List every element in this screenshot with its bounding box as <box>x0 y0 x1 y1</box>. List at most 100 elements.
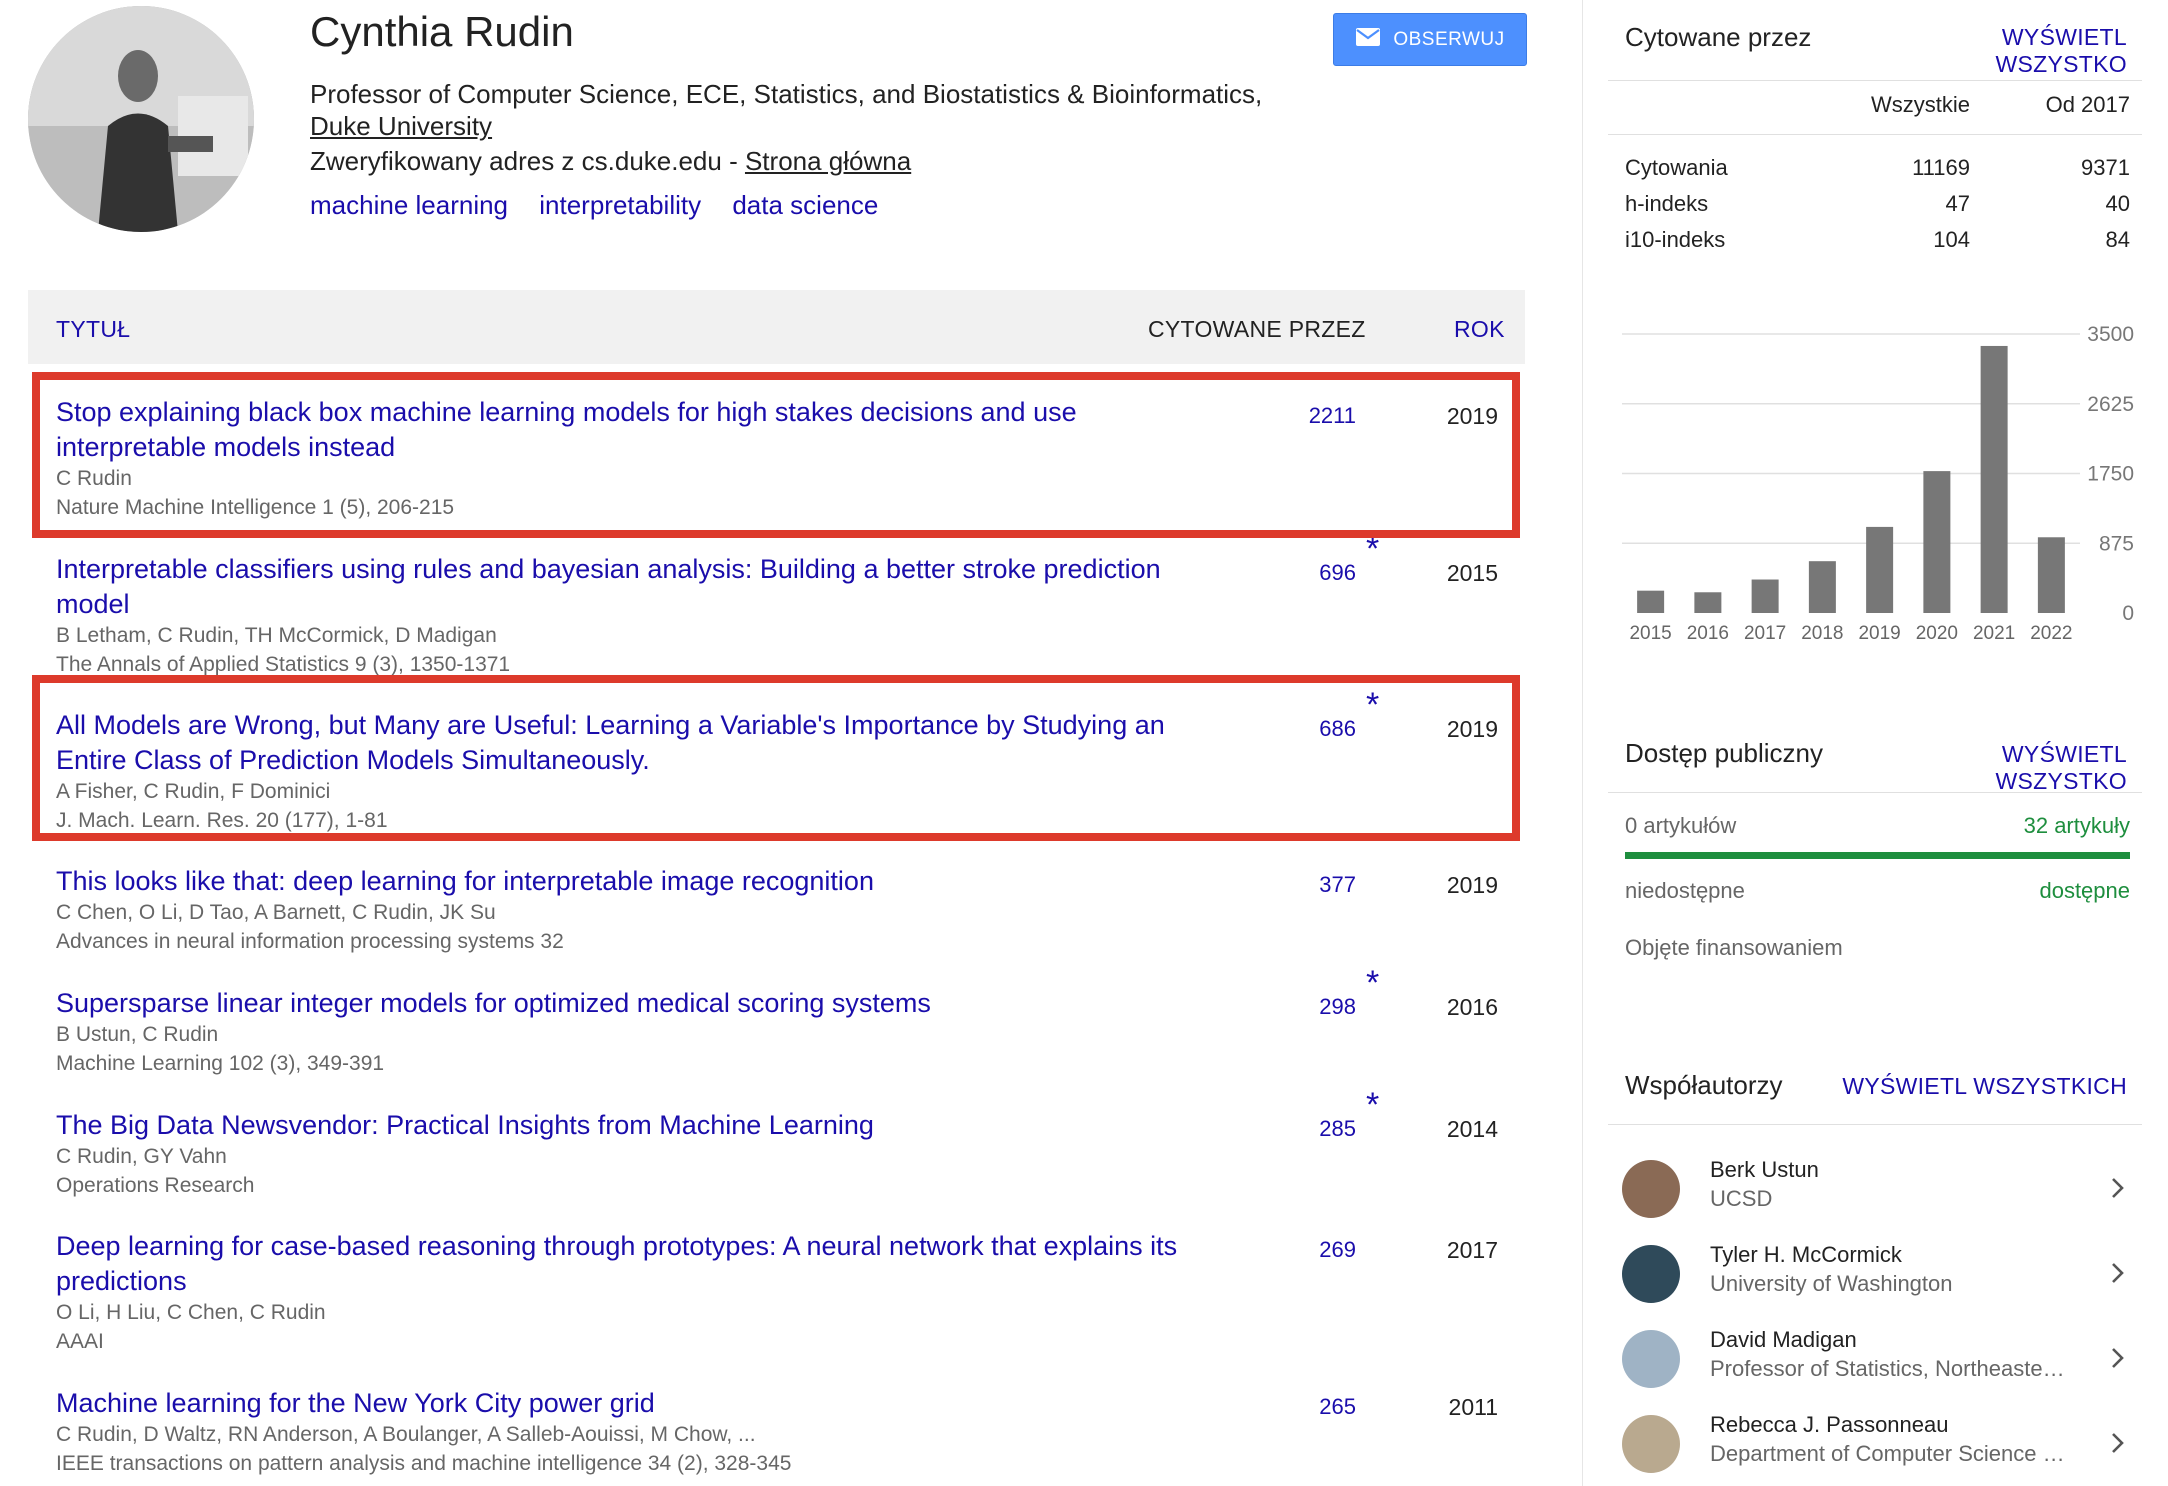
publication-venue: AAAI <box>56 1330 104 1353</box>
column-divider <box>1582 0 1583 1486</box>
stat-label: Cytowania <box>1625 155 1728 180</box>
profile-name: Cynthia Rudin <box>310 8 574 55</box>
y-tick-label: 875 <box>2099 532 2134 555</box>
cited-by-view-all[interactable]: WYŚWIETL WSZYSTKO <box>1872 24 2127 78</box>
x-tick-label: 2019 <box>1858 623 1900 644</box>
cited-by-count[interactable]: 269 <box>1236 1237 1356 1263</box>
sort-year[interactable]: ROK <box>1454 316 1505 343</box>
publication-authors: C Chen, O Li, D Tao, A Barnett, C Rudin,… <box>56 901 496 924</box>
follow-label: OBSERWUJ <box>1393 28 1505 50</box>
citations-chart: 3500 2625 1750 875 0 2015 2016 2017 2018 2019 2020… <box>1622 323 2134 644</box>
interest-link[interactable]: data science <box>732 190 878 220</box>
x-tick-label: 2018 <box>1801 623 1843 644</box>
chart-bar[interactable] <box>1694 592 1722 613</box>
publication-year: 2015 <box>1446 560 1498 586</box>
interest-link[interactable]: machine learning <box>310 190 508 220</box>
title-line[interactable]: Interpretable classifiers using rules an… <box>56 554 1161 584</box>
interest-link[interactable]: interpretability <box>539 190 701 220</box>
title-line[interactable]: Deep learning for case-based reasoning t… <box>56 1231 1177 1261</box>
title-line[interactable]: Machine learning for the New York City p… <box>56 1388 655 1418</box>
publication-authors: B Letham, C Rudin, TH McCormick, D Madig… <box>56 624 497 647</box>
publication-title[interactable]: Deep learning for case-based reasoning t… <box>56 1229 1256 1299</box>
publication-authors: C Rudin, GY Vahn <box>56 1145 227 1168</box>
stat-since: 9371 <box>2081 155 2130 180</box>
access-bar <box>1625 852 2130 859</box>
coauthor-name[interactable]: Rebecca J. Passonneau <box>1710 1412 1949 1438</box>
publication-title[interactable]: The Big Data Newsvendor: Practical Insig… <box>56 1108 1256 1143</box>
chart-bar[interactable] <box>2037 537 2065 613</box>
public-access-heading: Dostęp publiczny <box>1625 738 1823 768</box>
coauthor-name[interactable]: Berk Ustun <box>1710 1157 1819 1183</box>
chevron-right-icon[interactable] <box>2104 1175 2130 1201</box>
chart-bar[interactable] <box>1751 579 1779 613</box>
coauthor-affiliation: UCSD <box>1710 1186 1773 1211</box>
chart-bar[interactable] <box>1923 471 1951 613</box>
publication-venue: The Annals of Applied Statistics 9 (3), … <box>56 653 511 676</box>
stat-label: i10-indeks <box>1625 227 1726 252</box>
available-label: dostępne <box>2039 878 2130 903</box>
publication-authors: C Rudin, D Waltz, RN Anderson, A Boulang… <box>56 1423 756 1446</box>
sort-cited-by[interactable]: CYTOWANE PRZEZ <box>1148 316 1366 343</box>
cited-by-count[interactable]: 377 <box>1236 872 1356 898</box>
x-tick-label: 2022 <box>2030 623 2072 644</box>
publication-title[interactable]: Interpretable classifiers using rules an… <box>56 552 1256 622</box>
merged-citations-star[interactable]: * <box>1366 964 1379 1003</box>
chart-bar[interactable] <box>1808 561 1836 613</box>
x-tick-label: 2021 <box>1973 623 2015 644</box>
unavailable-count[interactable]: 0 artykułów <box>1625 813 1736 839</box>
publication-title[interactable]: This looks like that: deep learning for … <box>56 864 1256 899</box>
x-tick-label: 2016 <box>1687 623 1729 644</box>
affiliation-text: Professor of Computer Science, ECE, Stat… <box>310 79 1263 109</box>
profile-affiliation: Professor of Computer Science, ECE, Stat… <box>310 78 1310 142</box>
title-line[interactable]: Supersparse linear integer models for op… <box>56 988 931 1018</box>
title-line[interactable]: The Big Data Newsvendor: Practical Insig… <box>56 1110 874 1140</box>
homepage-link[interactable]: Strona główna <box>745 146 911 176</box>
title-line[interactable]: model <box>56 589 130 619</box>
publication-title[interactable]: Supersparse linear integer models for op… <box>56 986 1256 1021</box>
coauthor-name[interactable]: Tyler H. McCormick <box>1710 1242 1902 1268</box>
chart-bar[interactable] <box>1980 345 2008 613</box>
coauthor-avatar <box>1622 1160 1680 1218</box>
divider <box>1608 1124 2142 1125</box>
public-access-view-all[interactable]: WYŚWIETL WSZYSTKO <box>1872 741 2127 795</box>
coauthors-heading: Współautorzy <box>1625 1070 1783 1100</box>
x-tick-label: 2015 <box>1629 623 1671 644</box>
stat-all: 104 <box>1933 227 1970 252</box>
chevron-right-icon[interactable] <box>2104 1430 2130 1456</box>
publication-authors: O Li, H Liu, C Chen, C Rudin <box>56 1301 326 1324</box>
cited-by-count[interactable]: 265 <box>1236 1394 1356 1420</box>
publication-title[interactable]: Machine learning for the New York City p… <box>56 1386 1256 1421</box>
x-tick-label: 2017 <box>1744 623 1786 644</box>
cited-by-count[interactable]: 285 <box>1236 1116 1356 1142</box>
publication-year: 2016 <box>1446 994 1498 1020</box>
cited-by-count[interactable]: 696 <box>1236 560 1356 586</box>
envelope-icon <box>1355 27 1381 53</box>
publication-year: 2014 <box>1446 1116 1498 1142</box>
x-tick-label: 2020 <box>1916 623 1958 644</box>
stat-all: 11169 <box>1912 155 1970 180</box>
title-line[interactable]: This looks like that: deep learning for … <box>56 866 874 896</box>
merged-citations-star[interactable]: * <box>1366 1086 1379 1125</box>
coauthors-view-all[interactable]: WYŚWIETL WSZYSTKICH <box>1842 1073 2127 1100</box>
cited-by-heading: Cytowane przez <box>1625 22 1812 52</box>
coauthor-name[interactable]: David Madigan <box>1710 1327 1857 1353</box>
university-link[interactable]: Duke University <box>310 111 492 141</box>
y-tick-label: 3500 <box>2087 323 2134 346</box>
available-count[interactable]: 32 artykuły <box>1900 813 2130 839</box>
title-line[interactable]: predictions <box>56 1266 187 1296</box>
funding-label: Objęte finansowaniem <box>1625 935 1843 960</box>
sort-title[interactable]: TYTUŁ <box>56 316 130 343</box>
publication-year: 2017 <box>1446 1237 1498 1263</box>
profile-photo <box>28 6 254 232</box>
follow-button[interactable]: OBSERWUJ <box>1333 13 1527 66</box>
publication-venue: Machine Learning 102 (3), 349-391 <box>56 1052 385 1075</box>
chart-bar[interactable] <box>1637 590 1665 613</box>
stat-all: 47 <box>1945 191 1970 216</box>
chart-bar[interactable] <box>1866 526 1894 613</box>
chevron-right-icon[interactable] <box>2104 1345 2130 1371</box>
publication-venue: IEEE transactions on pattern analysis an… <box>56 1452 792 1475</box>
col-all: Wszystkie <box>1871 92 1970 117</box>
chevron-right-icon[interactable] <box>2104 1260 2130 1286</box>
cited-by-count[interactable]: 298 <box>1236 994 1356 1020</box>
col-since: Od 2017 <box>2045 92 2130 117</box>
